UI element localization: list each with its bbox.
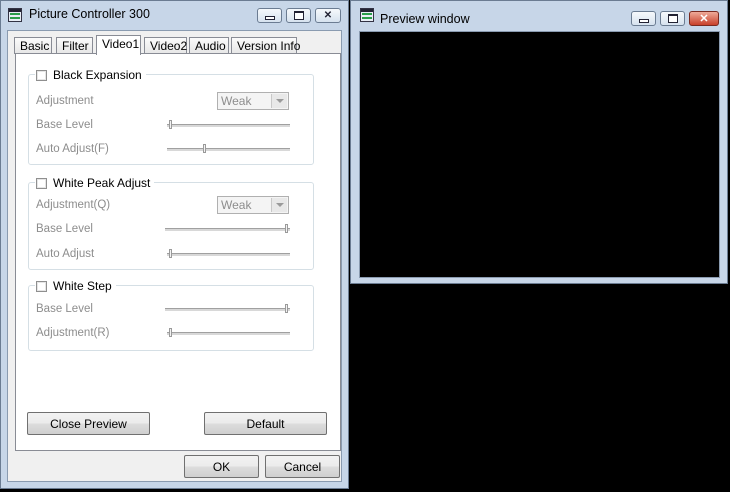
video1-tab-panel: Black Expansion Adjustment Weak Base Lev… <box>15 53 341 451</box>
black-expansion-base-level-slider[interactable] <box>167 120 290 132</box>
white-peak-adjust-label[interactable]: White Peak Adjust <box>53 176 150 190</box>
select-value: Weak <box>221 94 252 108</box>
group-black-expansion: Black Expansion Adjustment Weak Base Lev… <box>28 66 314 165</box>
slider-thumb[interactable] <box>169 120 172 129</box>
main-titlebar[interactable]: Picture Controller 300 ✕ <box>1 1 348 29</box>
white-peak-adjustment-select[interactable]: Weak <box>217 196 289 214</box>
tab-basic[interactable]: Basic <box>14 37 52 54</box>
adjustment-label: Adjustment <box>36 95 94 107</box>
maximize-icon <box>293 11 304 20</box>
tab-video1[interactable]: Video1 <box>96 35 141 55</box>
maximize-icon <box>667 14 678 23</box>
maximize-button[interactable] <box>286 8 311 23</box>
white-step-adjustment-slider[interactable] <box>167 328 290 340</box>
black-expansion-auto-adjust-slider[interactable] <box>167 144 290 156</box>
base-level-label: Base Level <box>36 119 93 131</box>
black-expansion-header: Black Expansion <box>35 66 146 84</box>
white-peak-adjust-checkbox[interactable] <box>36 177 47 189</box>
white-step-label[interactable]: White Step <box>53 279 112 293</box>
white-peak-auto-adjust-slider[interactable] <box>167 249 290 261</box>
slider-thumb[interactable] <box>169 249 172 258</box>
minimize-button[interactable] <box>257 8 282 23</box>
tab-version-info[interactable]: Version Info <box>231 37 300 54</box>
chevron-down-icon <box>271 198 287 212</box>
preview-maximize-button[interactable] <box>660 11 685 26</box>
picture-controller-window: Picture Controller 300 ✕ Basic Filter Vi… <box>0 0 349 489</box>
default-button[interactable]: Default <box>204 412 327 435</box>
white-step-header: White Step <box>35 277 116 295</box>
white-peak-adjust-header: White Peak Adjust <box>35 174 155 192</box>
slider-thumb[interactable] <box>285 304 288 313</box>
close-window-button[interactable]: ✕ <box>315 8 341 23</box>
close-preview-button[interactable]: Close Preview <box>27 412 150 435</box>
select-value: Weak <box>221 198 252 212</box>
adjustment-q-label: Adjustment(Q) <box>36 199 111 211</box>
chevron-down-icon <box>271 94 287 108</box>
close-icon: ✕ <box>323 10 333 21</box>
base-level-label: Base Level <box>36 303 93 315</box>
preview-close-button[interactable]: ✕ <box>689 11 719 26</box>
slider-thumb[interactable] <box>169 328 172 337</box>
tab-filter[interactable]: Filter <box>56 37 93 54</box>
black-expansion-adjustment-select[interactable]: Weak <box>217 92 289 110</box>
auto-adjust-label: Auto Adjust(F) <box>36 143 109 155</box>
slider-thumb[interactable] <box>285 224 288 233</box>
preview-titlebar[interactable]: Preview window ✕ <box>351 1 727 29</box>
black-expansion-checkbox[interactable] <box>36 69 47 81</box>
cancel-button[interactable]: Cancel <box>265 455 340 478</box>
ok-button[interactable]: OK <box>184 455 259 478</box>
white-peak-base-level-slider[interactable] <box>165 224 290 236</box>
group-white-step: White Step Base Level Adjustment(R) <box>28 277 314 351</box>
close-icon: ✕ <box>699 13 709 25</box>
tab-video2[interactable]: Video2 <box>144 37 187 54</box>
group-white-peak-adjust: White Peak Adjust Adjustment(Q) Weak Bas… <box>28 174 314 270</box>
preview-window: Preview window ✕ <box>350 0 728 284</box>
preview-minimize-button[interactable] <box>631 11 656 26</box>
main-window-title: Picture Controller 300 <box>29 7 150 21</box>
tab-audio[interactable]: Audio <box>189 37 229 54</box>
black-expansion-label[interactable]: Black Expansion <box>53 68 142 82</box>
base-level-label: Base Level <box>36 223 93 235</box>
slider-thumb[interactable] <box>203 144 206 153</box>
minimize-icon <box>638 19 649 23</box>
auto-adjust-label: Auto Adjust <box>36 248 95 260</box>
preview-window-title: Preview window <box>380 12 470 26</box>
preview-video-area <box>359 31 720 278</box>
white-step-base-level-slider[interactable] <box>165 304 290 316</box>
app-icon[interactable] <box>360 8 374 22</box>
white-step-checkbox[interactable] <box>36 280 47 292</box>
app-icon[interactable] <box>8 8 22 22</box>
minimize-icon <box>264 16 275 20</box>
adjustment-r-label: Adjustment(R) <box>36 327 110 339</box>
